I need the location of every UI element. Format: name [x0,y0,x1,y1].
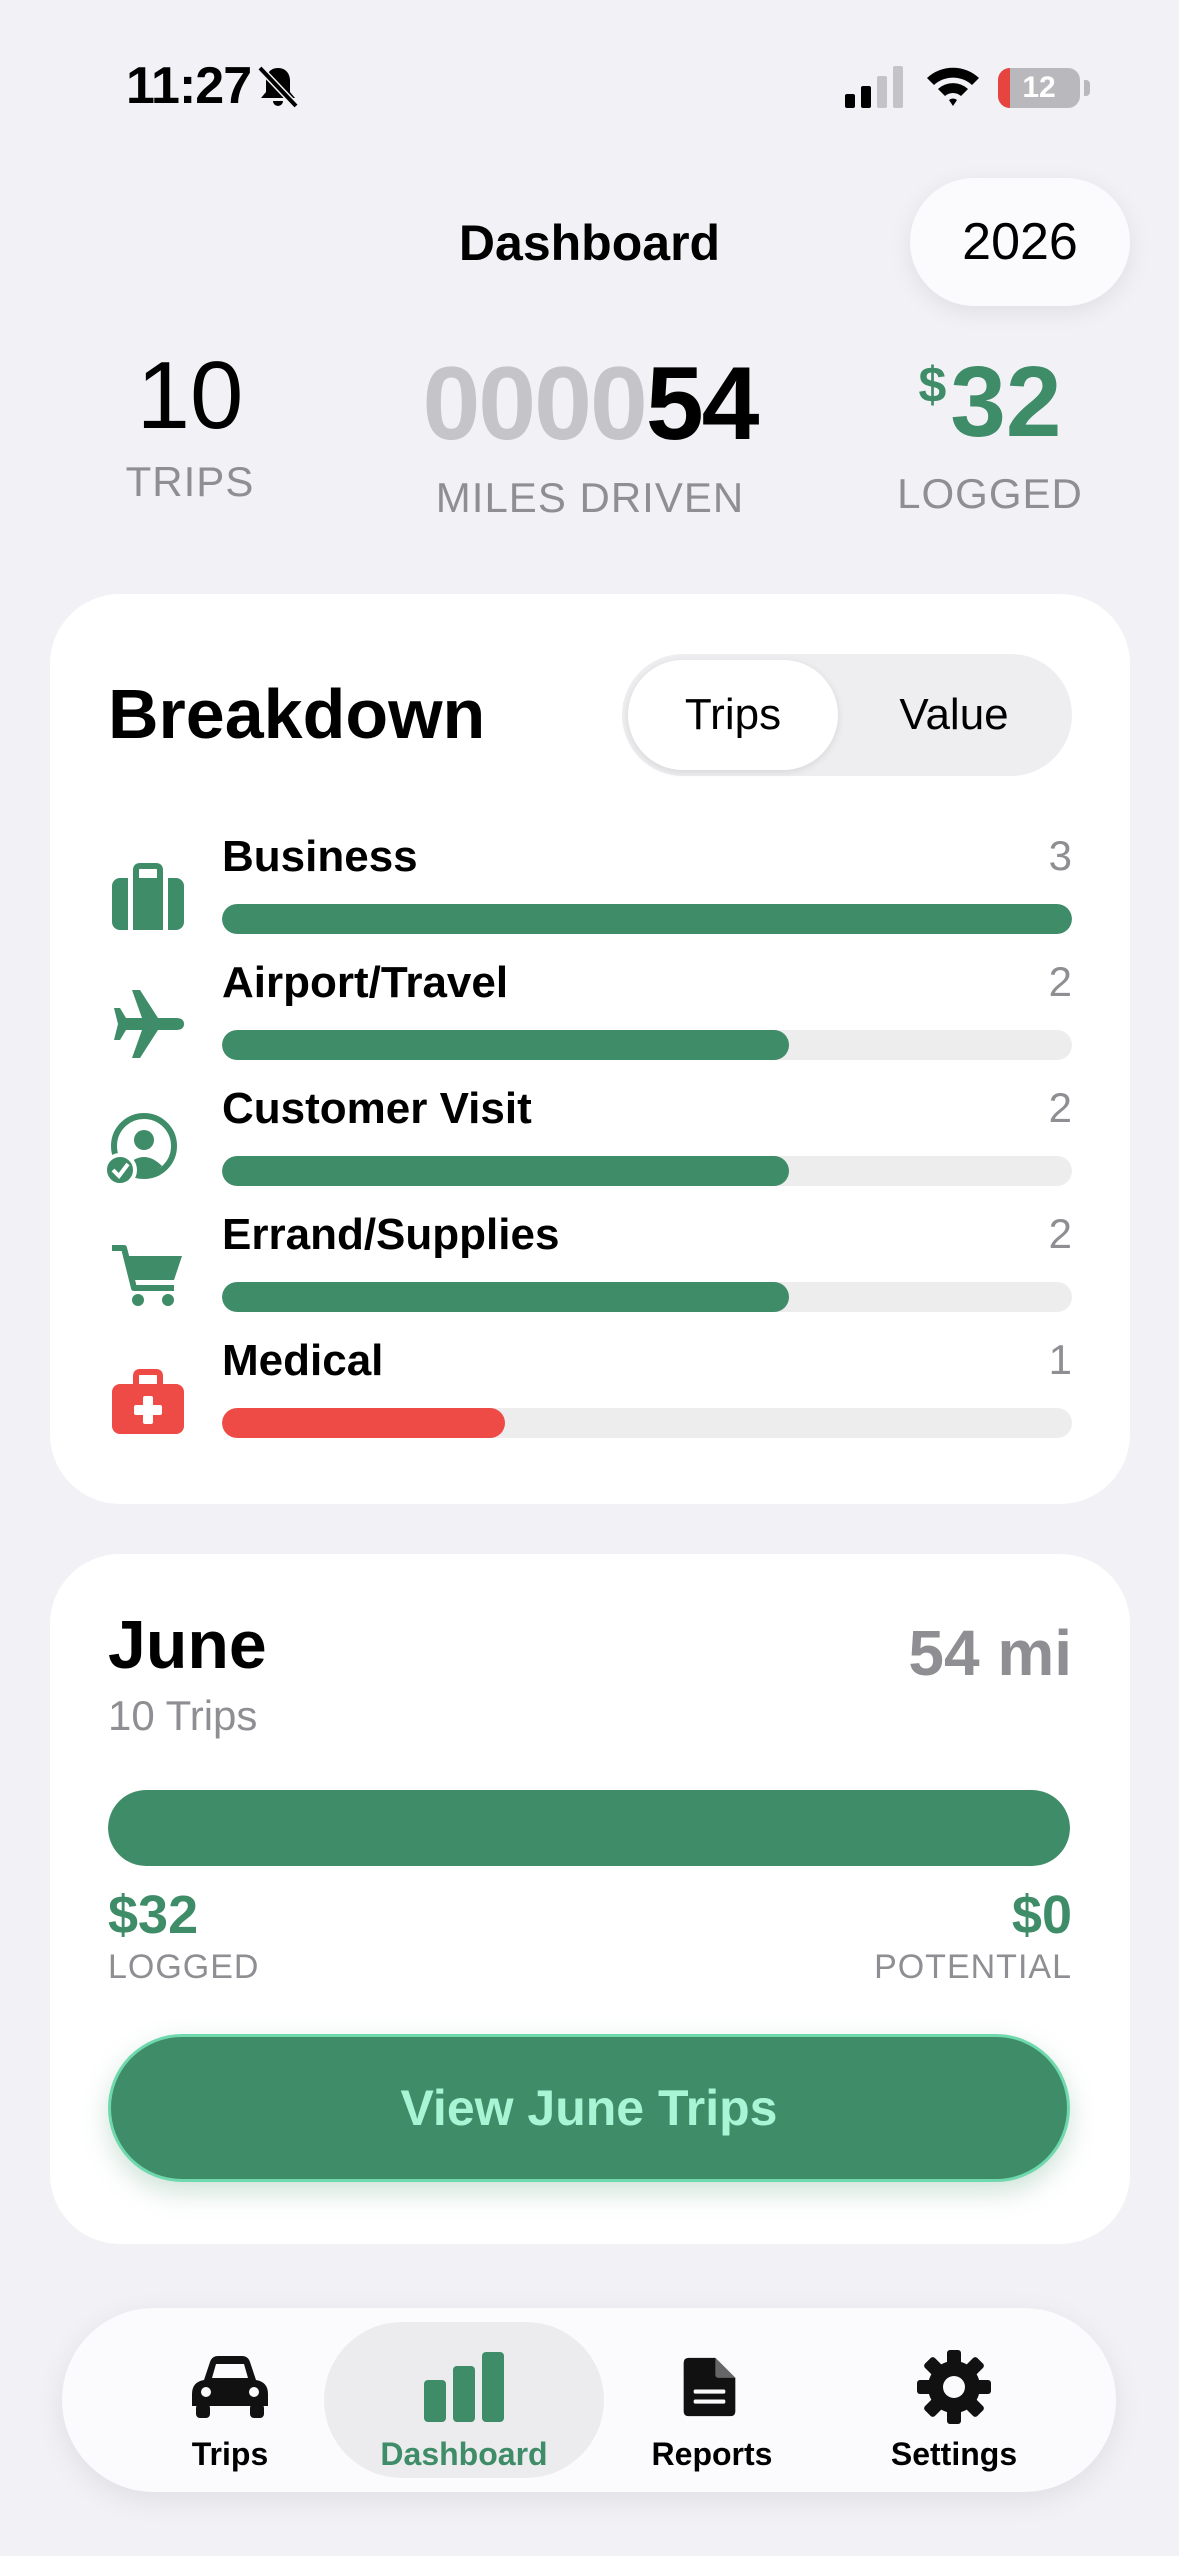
status-bar: 11:27 12 [0,0,1179,150]
toggle-value[interactable]: Value [842,660,1066,770]
battery-level: 12 [1022,71,1056,104]
cellular-signal-icon [845,66,903,108]
category-count: 2 [1048,1210,1072,1257]
category-bar-fill [222,1156,789,1186]
trips-label: TRIPS [125,458,255,505]
month-progress-bar [108,1790,1070,1866]
person-check-icon [103,1113,177,1187]
category-name: Medical [222,1336,384,1385]
battery-indicator: 12 [998,68,1080,108]
miles-value: 54 [645,346,760,462]
category-bar-fill [222,1408,506,1438]
bell-slash-icon [257,65,299,109]
category-name: Airport/Travel [222,958,509,1007]
bar-chart-icon [424,2352,504,2422]
category-bar-fill [222,1030,789,1060]
category-row-business[interactable]: Business 3 [50,832,1130,958]
month-miles: 54 mi [908,1617,1072,1689]
month-potential-label: POTENTIAL [874,1948,1072,1986]
logged-stat: $32 LOGGED [880,352,1100,518]
airplane-icon [114,990,184,1058]
tab-label: Settings [890,2436,1018,2472]
category-name: Business [222,832,418,881]
tab-label: Dashboard [380,2436,548,2472]
tab-settings[interactable]: Settings [814,2322,1094,2478]
category-row-errand-supplies[interactable]: Errand/Supplies 2 [50,1210,1130,1336]
logged-value: 32 [950,346,1062,458]
month-potential-amount: $0 [1011,1885,1072,1945]
category-bar [222,1030,1072,1060]
breakdown-toggle: Trips Value [622,654,1072,776]
tab-label: Reports [651,2436,773,2472]
month-progress-fill [108,1790,1070,1866]
tab-reports[interactable]: Reports [572,2322,852,2478]
category-name: Errand/Supplies [222,1210,560,1259]
breakdown-title: Breakdown [108,675,486,753]
medical-kit-icon [112,1369,184,1434]
category-row-airport-travel[interactable]: Airport/Travel 2 [50,958,1130,1084]
miles-leading-zeros: 0000 [422,346,647,462]
status-time: 11:27 [126,57,252,115]
toggle-trips[interactable]: Trips [628,660,838,770]
gear-icon [917,2350,991,2424]
breakdown-card: Breakdown Trips Value Business 3 Airport… [50,594,1130,1504]
category-bar [222,1156,1072,1186]
category-row-customer-visit[interactable]: Customer Visit 2 [50,1084,1130,1210]
month-title: June [108,1607,267,1683]
logged-currency: $ [918,357,947,413]
tab-dashboard[interactable]: Dashboard [324,2322,604,2478]
miles-label: MILES DRIVEN [435,474,745,521]
briefcase-icon [112,863,184,930]
category-bar [222,904,1072,934]
month-logged-amount: $32 [108,1885,199,1945]
view-month-trips-button[interactable]: View June Trips [108,2034,1070,2182]
miles-stat: 000054 MILES DRIVEN [370,352,810,522]
month-logged-label: LOGGED [108,1948,260,1986]
month-trip-count: 10 Trips [108,1692,258,1739]
category-bar [222,1408,1072,1438]
category-bar [222,1282,1072,1312]
cart-icon [112,1245,182,1306]
category-count: 2 [1048,1084,1072,1131]
miles-odometer: 000054 [370,352,810,456]
wifi-icon [927,67,979,106]
category-row-medical[interactable]: Medical 1 [50,1336,1130,1462]
trips-stat: 10 TRIPS [100,348,280,506]
category-count: 3 [1048,832,1072,879]
battery-cap [1084,80,1090,96]
car-icon [192,2356,268,2418]
category-bar-fill [222,1282,789,1312]
month-summary-card: June 10 Trips 54 mi $32 $0 LOGGED POTENT… [50,1554,1130,2244]
trips-count: 10 [136,342,244,449]
category-bar-fill [222,904,1072,934]
category-count: 1 [1048,1336,1072,1383]
logged-label: LOGGED [897,470,1083,517]
document-icon [683,2357,736,2417]
logged-amount: $32 [880,352,1100,452]
tab-bar: Trips Dashboard Reports Settings [62,2308,1116,2492]
category-name: Customer Visit [222,1084,532,1133]
year-selector-button[interactable]: 2026 [910,178,1130,306]
category-count: 2 [1048,958,1072,1005]
